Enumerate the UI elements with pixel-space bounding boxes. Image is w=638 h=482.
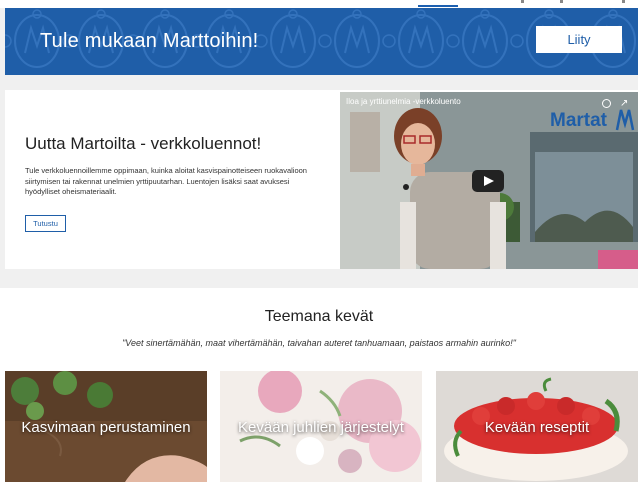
card-label: Kevään reseptit bbox=[484, 419, 590, 436]
martat-logo-icon bbox=[615, 109, 635, 131]
watch-later-icon[interactable] bbox=[602, 99, 611, 108]
banner-title: Tule mukaan Marttoihin! bbox=[40, 30, 259, 52]
active-tab-indicator bbox=[418, 5, 458, 7]
card-party[interactable]: Kevään juhlien järjestelyt bbox=[220, 371, 422, 482]
join-banner: Tule mukaan Marttoihin! Liity bbox=[5, 8, 638, 75]
card-label: Kevään juhlien järjestelyt bbox=[238, 419, 404, 436]
read-more-button[interactable]: Tutustu bbox=[25, 215, 66, 232]
top-nav-strip bbox=[0, 0, 638, 8]
card-garden[interactable]: Kasvimaan perustaminen bbox=[5, 371, 207, 482]
nav-dot bbox=[521, 0, 524, 3]
join-button[interactable]: Liity bbox=[536, 26, 622, 53]
play-button[interactable] bbox=[472, 170, 504, 192]
section-title: Teemana kevät bbox=[264, 308, 374, 325]
card-recipes[interactable]: Kevään reseptit bbox=[436, 371, 638, 482]
promo-title: Uutta Martoilta - verkkoluennot! bbox=[25, 134, 262, 153]
video-brand: Martat bbox=[550, 110, 608, 131]
nav-dot bbox=[560, 0, 563, 3]
promo-text: Tule verkkoluennoillemme oppimaan, kuink… bbox=[25, 166, 307, 196]
card-label: Kasvimaan perustaminen bbox=[21, 419, 191, 436]
nav-dot bbox=[622, 0, 625, 3]
section-quote: "Veet sinertämähän, maat vihertämähän, t… bbox=[122, 338, 516, 348]
video-player[interactable]: Iloa ja yrttiunelmia -verkkoluento ↗ Mar… bbox=[340, 92, 638, 269]
video-title: Iloa ja yrttiunelmia -verkkoluento bbox=[346, 97, 461, 106]
